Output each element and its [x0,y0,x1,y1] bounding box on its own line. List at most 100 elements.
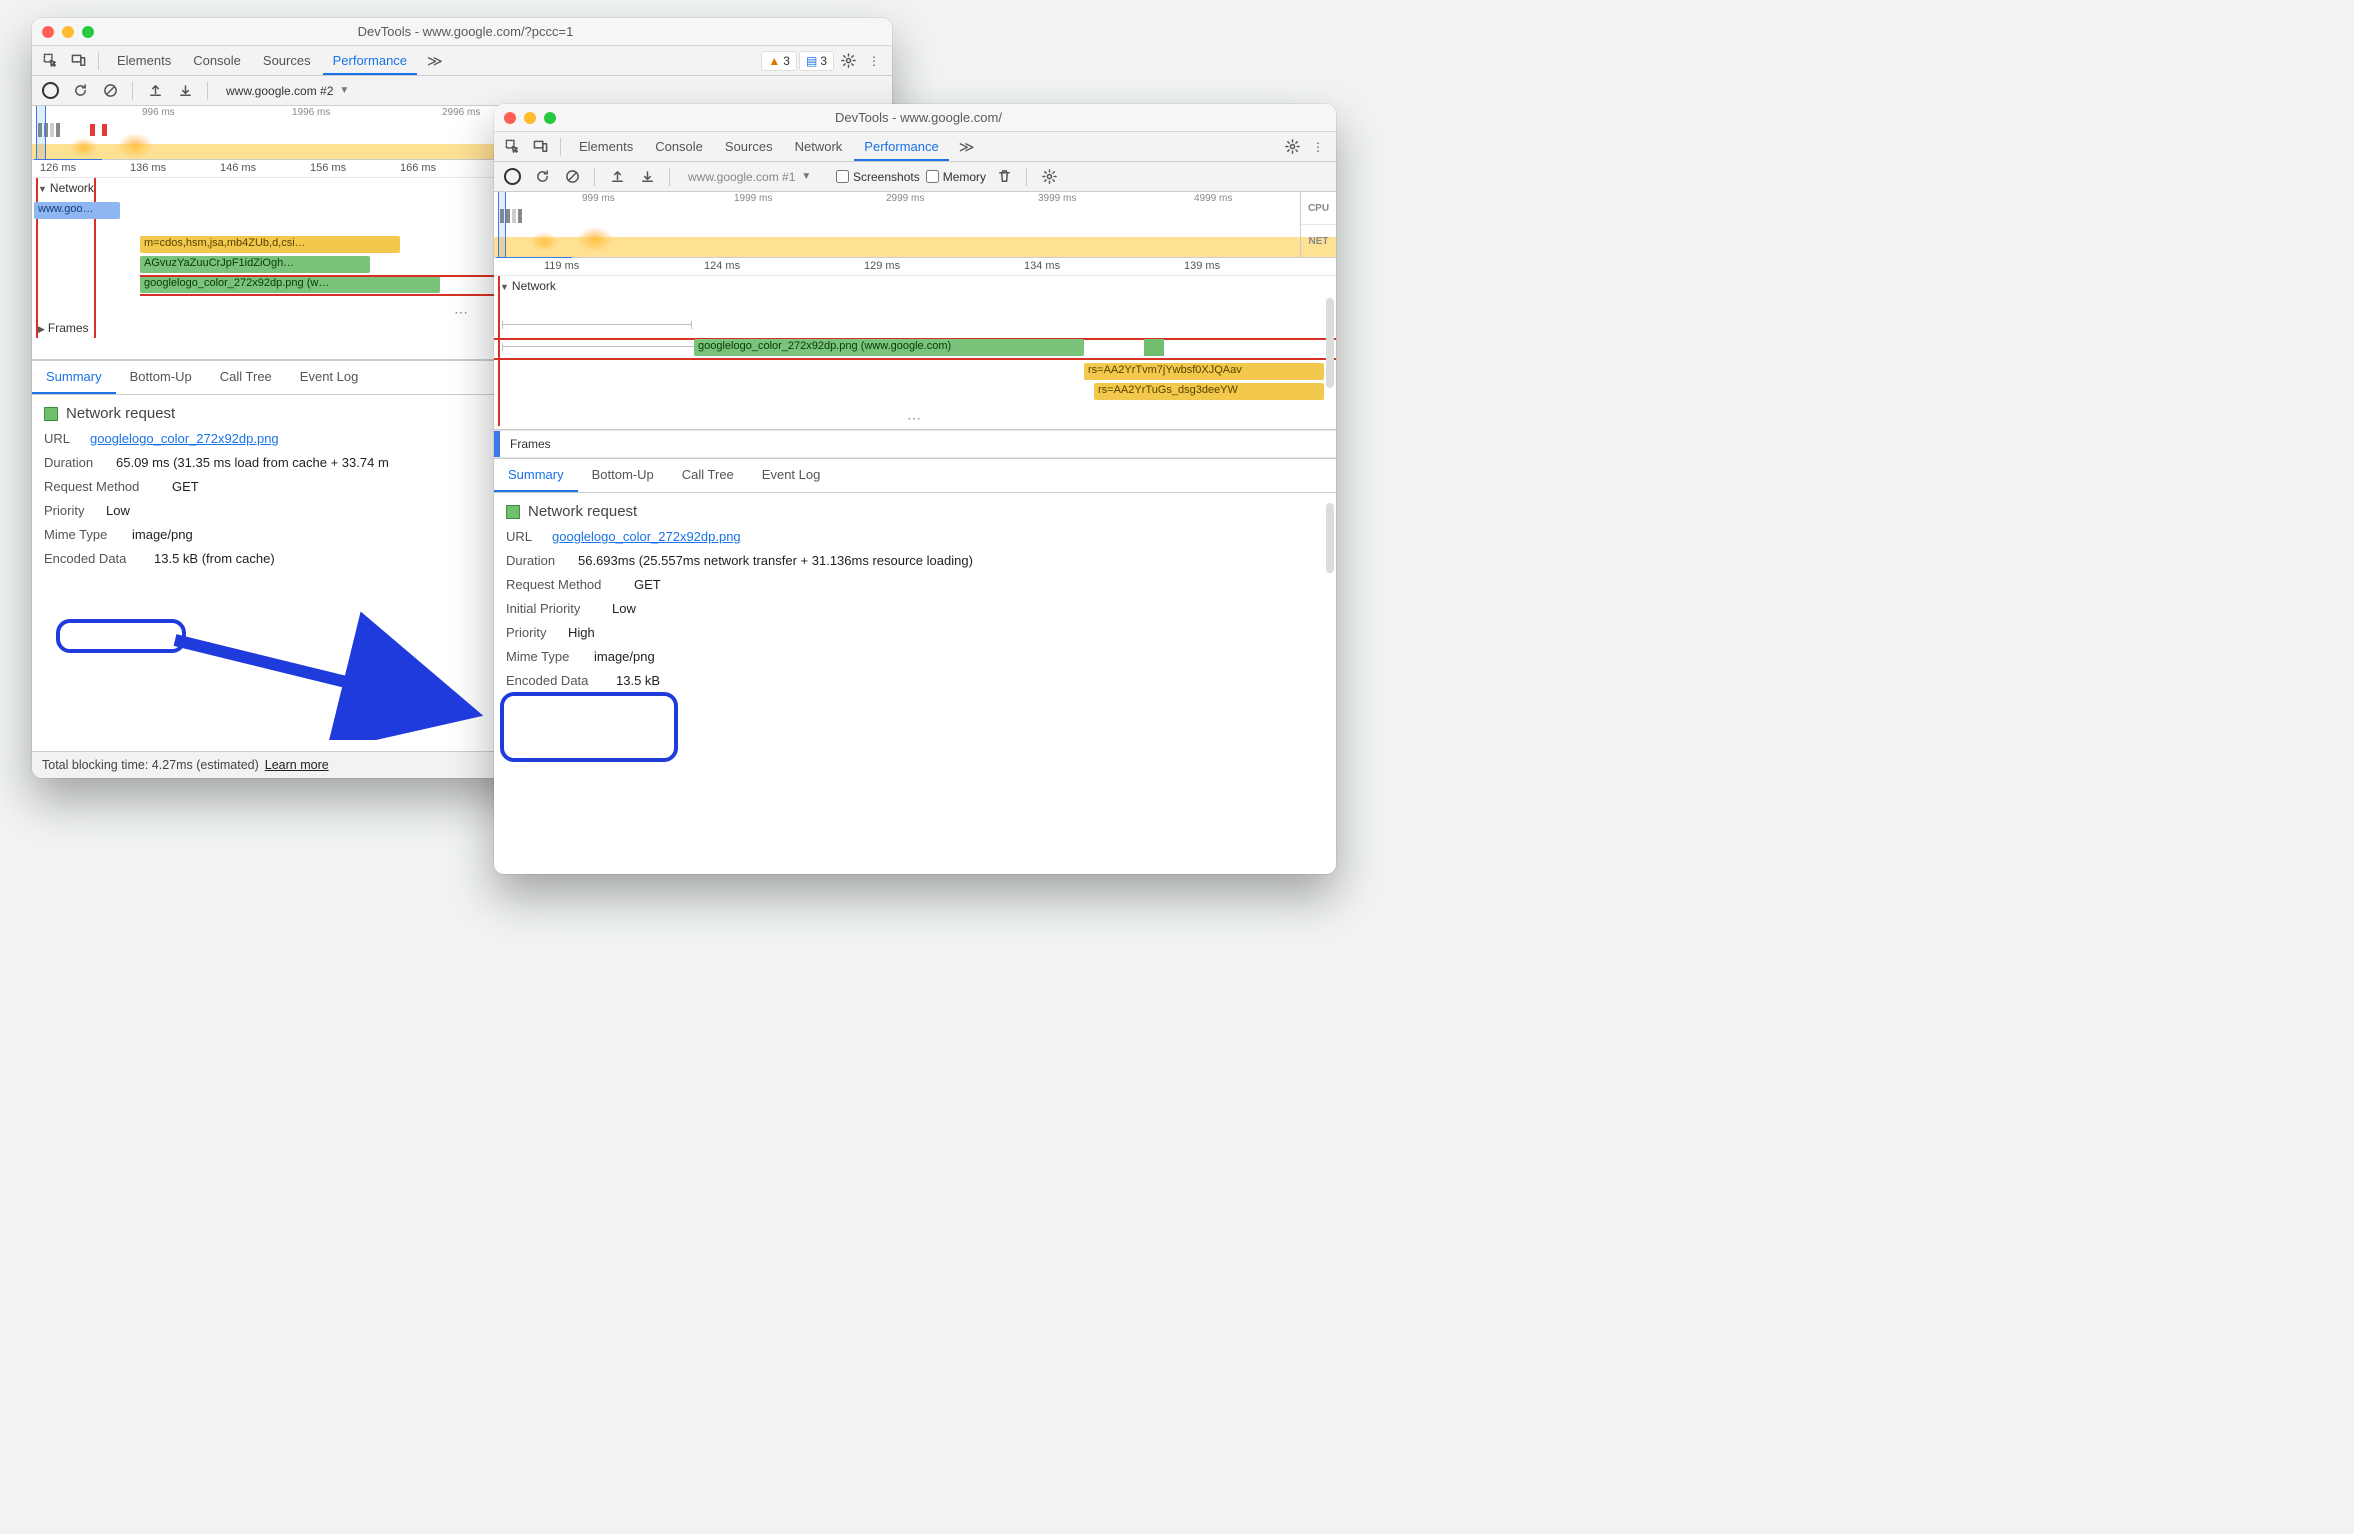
duration-label: Duration [506,553,568,568]
zoom-icon[interactable] [82,26,94,38]
scrollbar[interactable] [1326,503,1334,573]
request-bar-tail [1144,339,1164,356]
url-link[interactable]: googlelogo_color_272x92dp.png [552,529,741,544]
dtab-summary[interactable]: Summary [494,459,578,492]
ov-tick: 3999 ms [1038,193,1076,204]
screenshots-checkbox[interactable]: Screenshots [836,170,920,184]
minimize-icon[interactable] [62,26,74,38]
ov-tick: 4999 ms [1194,193,1232,204]
inspect-icon[interactable] [38,49,62,73]
download-icon[interactable] [173,79,197,103]
encoded-value: 13.5 kB [616,673,660,688]
tab-console[interactable]: Console [645,133,713,161]
issues-info-badge[interactable]: ▤3 [799,51,834,71]
dtab-eventlog[interactable]: Event Log [748,459,835,492]
clear-icon[interactable] [560,165,584,189]
dtab-calltree[interactable]: Call Tree [206,361,286,394]
dtab-calltree[interactable]: Call Tree [668,459,748,492]
color-swatch [506,505,520,519]
record-icon[interactable] [38,79,62,103]
clear-icon[interactable] [98,79,122,103]
color-swatch [44,407,58,421]
request-bar[interactable]: www.goo… [34,202,120,219]
url-label: URL [44,431,80,446]
scrollbar[interactable] [1326,298,1334,388]
devtools-toolbar: Elements Console Sources Performance ≫ ▲… [32,46,892,76]
tab-sources[interactable]: Sources [253,47,321,75]
traffic-lights [42,26,94,38]
recording-selector[interactable]: www.google.com #2 ▼ [218,82,368,100]
tab-elements[interactable]: Elements [107,47,181,75]
url-link[interactable]: googlelogo_color_272x92dp.png [90,431,279,446]
learn-more-link[interactable]: Learn more [265,758,329,772]
issues-warnings-badge[interactable]: ▲3 [761,51,797,71]
chevron-right-icon[interactable]: ≫ [421,52,449,70]
warn-count: 3 [783,54,790,68]
section-title: Network request [506,503,1324,520]
frames-track[interactable]: Frames [32,318,95,338]
encoded-value: 13.5 kB (from cache) [154,551,275,566]
traffic-lights [504,112,556,124]
device-icon[interactable] [66,49,90,73]
duration-value: 56.693ms (25.557ms network transfer + 31… [578,553,973,568]
tab-network[interactable]: Network [785,133,853,161]
priority-label: Priority [506,625,558,640]
blocking-time: Total blocking time: 4.27ms (estimated) [42,758,259,772]
devtools-window-right: DevTools - www.google.com/ Elements Cons… [494,104,1336,874]
window-title: DevTools - www.google.com/ [571,110,1326,125]
kebab-icon[interactable]: ⋮ [862,49,886,73]
method-value: GET [172,479,199,494]
dtab-summary[interactable]: Summary [32,361,116,394]
memory-checkbox[interactable]: Memory [926,170,986,184]
request-bar[interactable]: rs=AA2YrTvm7jYwbsf0XJQAav [1084,363,1324,380]
minimize-icon[interactable] [524,112,536,124]
upload-icon[interactable] [143,79,167,103]
ov-tick: 2999 ms [886,193,924,204]
kebab-icon[interactable]: ⋮ [1306,135,1330,159]
info-count: 3 [820,54,827,68]
chevron-down-icon: ▼ [339,85,349,96]
request-bar[interactable]: m=cdos,hsm,jsa,mb4ZUb,d,csi… [140,236,400,253]
request-bar-selected[interactable]: googlelogo_color_272x92dp.png (w… [140,276,440,293]
recording-selector[interactable]: www.google.com #1 ▼ [680,168,830,186]
gear-icon[interactable] [836,49,860,73]
tab-sources[interactable]: Sources [715,133,783,161]
network-track[interactable]: Network [494,276,1336,296]
tick: 119 ms [544,260,579,272]
device-icon[interactable] [528,135,552,159]
waterfall-panel[interactable]: 119 ms 124 ms 129 ms 134 ms 139 ms Netwo… [494,258,1336,430]
chevron-right-icon[interactable]: ≫ [953,138,981,156]
inspect-icon[interactable] [500,135,524,159]
gear-icon[interactable] [1280,135,1304,159]
tick: 124 ms [704,260,740,272]
reload-icon[interactable] [530,165,554,189]
close-icon[interactable] [42,26,54,38]
zoom-icon[interactable] [544,112,556,124]
upload-icon[interactable] [605,165,629,189]
tab-performance[interactable]: Performance [854,133,948,161]
gear-icon[interactable] [1037,165,1061,189]
request-bar[interactable]: AGvuzYaZuuCrJpF1idZiOgh… [140,256,370,273]
ov-tick: 2996 ms [442,107,480,118]
tab-console[interactable]: Console [183,47,251,75]
priority-label: Priority [44,503,96,518]
request-bar[interactable]: rs=AA2YrTuGs_dsg3deeYW [1094,383,1324,400]
request-bar-selected[interactable]: googlelogo_color_272x92dp.png (www.googl… [694,339,1084,356]
frames-track[interactable]: Frames [494,430,1336,458]
tab-performance[interactable]: Performance [323,47,417,75]
overview-timeline[interactable]: 999 ms 1999 ms 2999 ms 3999 ms 4999 ms C… [494,192,1336,258]
reload-icon[interactable] [68,79,92,103]
collapsed-rows[interactable]: ⋯ [494,410,1336,424]
method-label: Request Method [506,577,624,592]
tab-elements[interactable]: Elements [569,133,643,161]
dtab-eventlog[interactable]: Event Log [286,361,373,394]
close-icon[interactable] [504,112,516,124]
tick: 139 ms [1184,260,1220,272]
priority-value: Low [106,503,130,518]
dtab-bottomup[interactable]: Bottom-Up [116,361,206,394]
dtab-bottomup[interactable]: Bottom-Up [578,459,668,492]
performance-controls: www.google.com #2 ▼ [32,76,892,106]
trash-icon[interactable] [992,165,1016,189]
download-icon[interactable] [635,165,659,189]
record-icon[interactable] [500,165,524,189]
